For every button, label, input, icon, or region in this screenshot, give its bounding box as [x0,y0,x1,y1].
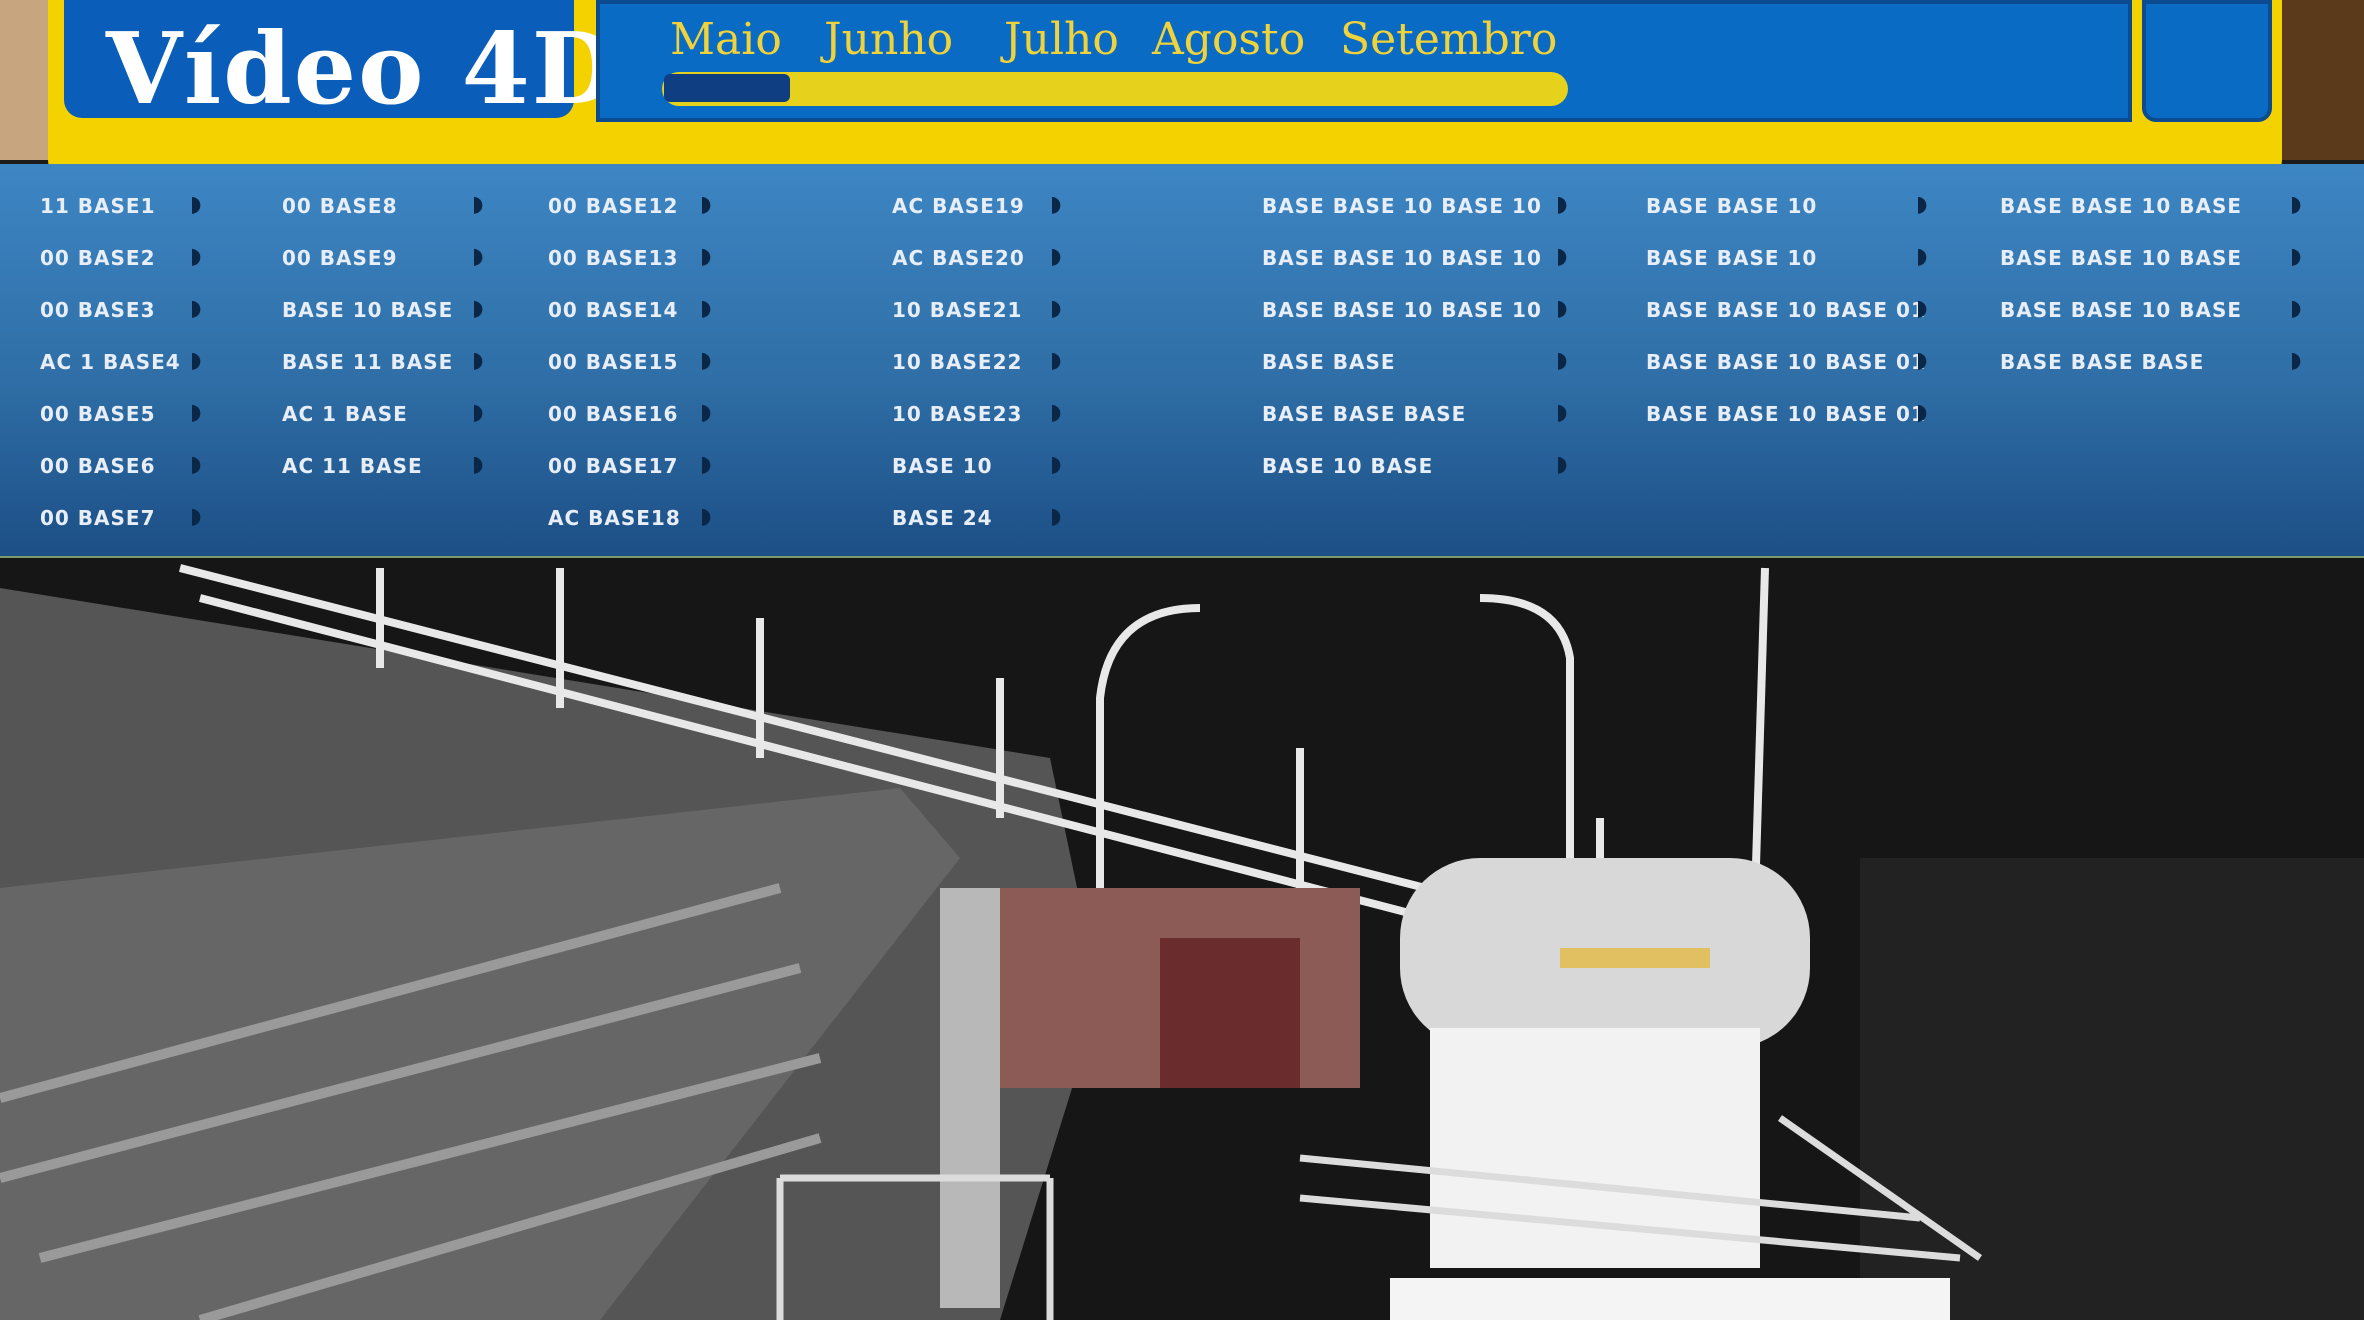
schedule-cell: 00 BASE3 [40,298,156,322]
schedule-marker-icon: ◗ [1050,192,1062,217]
schedule-cell: BASE 11 BASE [282,350,454,374]
schedule-cell: BASE BASE 10 BASE 10 [1262,298,1542,322]
schedule-cell: 00 BASE8 [282,194,398,218]
schedule-marker-icon: ◗ [190,400,202,425]
schedule-marker-icon: ◗ [700,504,712,529]
schedule-marker-icon: ◗ [700,348,712,373]
schedule-cell: BASE 10 BASE [1262,454,1434,478]
schedule-marker-icon: ◗ [472,348,484,373]
schedule-marker-icon: ◗ [190,192,202,217]
schedule-cell: BASE BASE 10 BASE [2000,298,2243,322]
schedule-cell: 00 BASE12 [548,194,679,218]
schedule-cell: AC 1 BASE4 [40,350,181,374]
month-tab-maio[interactable]: Maio [670,14,782,65]
title-box: Vídeo 4D [64,0,617,127]
schedule-marker-icon: ◗ [1050,452,1062,477]
schedule-marker-icon: ◗ [190,244,202,269]
schedule-marker-icon: ◗ [472,244,484,269]
schedule-cell: 00 BASE6 [40,454,156,478]
schedule-marker-icon: ◗ [1556,296,1568,321]
schedule-marker-icon: ◗ [2290,192,2302,217]
schedule-marker-icon: ◗ [1916,192,1928,217]
schedule-marker-icon: ◗ [1050,244,1062,269]
schedule-marker-icon: ◗ [1916,296,1928,321]
schedule-cell: 10 BASE23 [892,402,1023,426]
schedule-marker-icon: ◗ [1556,192,1568,217]
schedule-marker-icon: ◗ [472,192,484,217]
month-tab-setembro[interactable]: Setembro [1340,14,1557,65]
schedule-cell: BASE BASE [1262,350,1396,374]
month-tab-julho[interactable]: Julho [1004,14,1119,65]
month-tab-agosto[interactable]: Agosto [1152,14,1305,65]
schedule-marker-icon: ◗ [700,244,712,269]
schedule-cell: BASE BASE 10 BASE 01 [1646,298,1926,322]
schedule-cell: AC BASE19 [892,194,1025,218]
side-panel [2142,0,2272,122]
schedule-cell: BASE BASE BASE [1262,402,1467,426]
schedule-cell: 00 BASE2 [40,246,156,270]
schedule-cell: AC BASE18 [548,506,681,530]
schedule-cell: BASE BASE 10 BASE 10 [1262,194,1542,218]
month-tab-junho[interactable]: Junho [824,14,953,65]
schedule-cell: BASE BASE 10 BASE [2000,194,2243,218]
schedule-cell: 00 BASE15 [548,350,679,374]
schedule-marker-icon: ◗ [1050,348,1062,373]
schedule-cell: 00 BASE5 [40,402,156,426]
schedule-cell: BASE BASE 10 BASE 01 [1646,350,1926,374]
schedule-cell: BASE BASE 10 BASE 10 [1262,246,1542,270]
schedule-cell: AC 11 BASE [282,454,423,478]
schedule-cell: BASE BASE BASE [2000,350,2205,374]
schedule-marker-icon: ◗ [190,504,202,529]
video-player[interactable] [0,558,2364,1320]
schedule-marker-icon: ◗ [700,452,712,477]
schedule-cell: 10 BASE21 [892,298,1023,322]
schedule-marker-icon: ◗ [1556,400,1568,425]
schedule-cell: BASE BASE 10 [1646,246,1818,270]
schedule-cell: BASE 24 [892,506,993,530]
schedule-cell: BASE BASE 10 BASE 01 [1646,402,1926,426]
schedule-marker-icon: ◗ [2290,348,2302,373]
schedule-marker-icon: ◗ [700,296,712,321]
schedule-marker-icon: ◗ [1916,244,1928,269]
schedule-marker-icon: ◗ [2290,244,2302,269]
schedule-cell: BASE BASE 10 [1646,194,1818,218]
schedule-marker-icon: ◗ [1556,244,1568,269]
schedule-panel: 11 BASE1 ◗ 00 BASE2 ◗ 00 BASE3 ◗ AC 1 BASE4 ◗ 00… [0,164,2364,556]
schedule-cell: 11 BASE1 [40,194,156,218]
schedule-marker-icon: ◗ [190,296,202,321]
schedule-marker-icon: ◗ [2290,296,2302,321]
schedule-marker-icon: ◗ [1050,504,1062,529]
schedule-cell: 00 BASE16 [548,402,679,426]
schedule-marker-icon: ◗ [700,192,712,217]
schedule-cell: AC 1 BASE [282,402,408,426]
page-title: Vídeo 4D [106,12,619,127]
schedule-marker-icon: ◗ [190,348,202,373]
schedule-marker-icon: ◗ [472,296,484,321]
schedule-marker-icon: ◗ [1050,400,1062,425]
schedule-cell: 00 BASE7 [40,506,156,530]
schedule-cell: 00 BASE14 [548,298,679,322]
schedule-marker-icon: ◗ [472,400,484,425]
schedule-cell: AC BASE20 [892,246,1025,270]
video-frame-image [0,558,2364,1320]
timeline-progress-track[interactable] [662,72,1568,106]
schedule-cell: 00 BASE17 [548,454,679,478]
schedule-marker-icon: ◗ [472,452,484,477]
timeline-progress-fill [664,74,790,102]
schedule-marker-icon: ◗ [1916,400,1928,425]
schedule-cell: BASE 10 [892,454,993,478]
schedule-marker-icon: ◗ [1556,348,1568,373]
schedule-marker-icon: ◗ [1050,296,1062,321]
schedule-marker-icon: ◗ [190,452,202,477]
schedule-marker-icon: ◗ [1916,348,1928,373]
schedule-marker-icon: ◗ [700,400,712,425]
schedule-cell: BASE BASE 10 BASE [2000,246,2243,270]
schedule-marker-icon: ◗ [1556,452,1568,477]
schedule-cell: BASE 10 BASE [282,298,454,322]
schedule-cell: 00 BASE9 [282,246,398,270]
schedule-cell: 00 BASE13 [548,246,679,270]
schedule-cell: 10 BASE22 [892,350,1023,374]
